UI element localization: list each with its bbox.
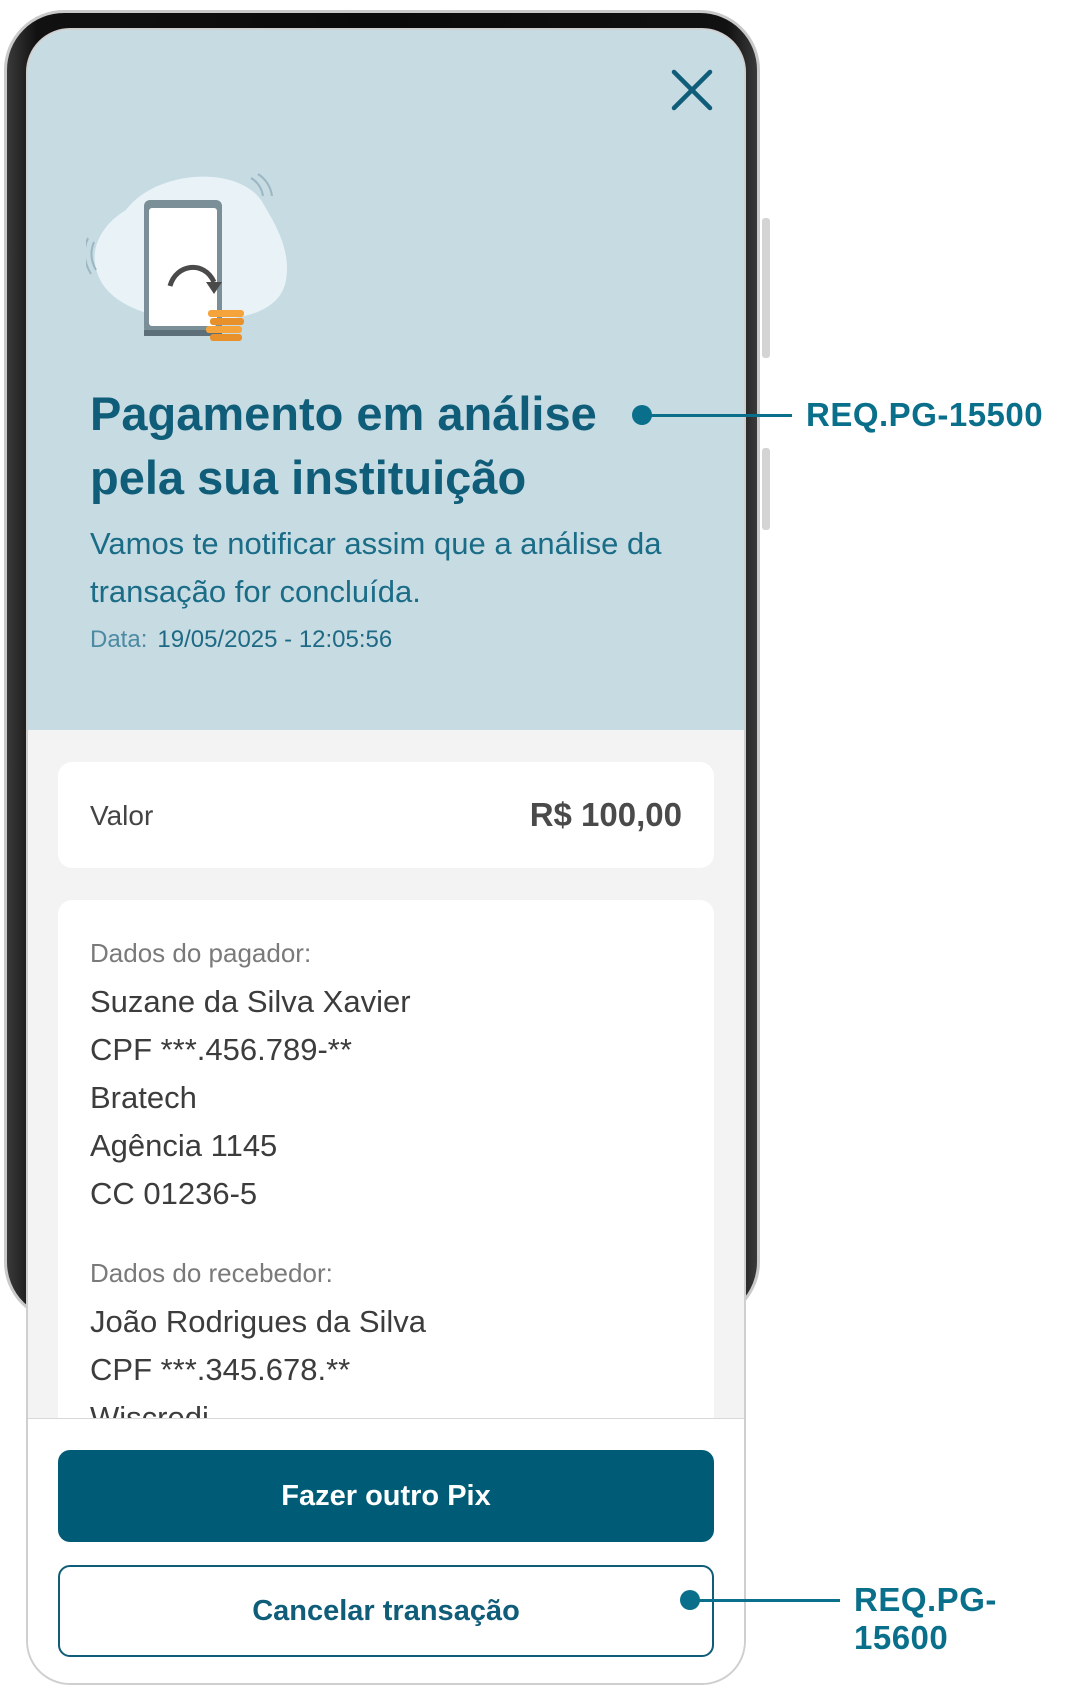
cancel-transaction-button[interactable]: Cancelar transação	[58, 1565, 714, 1657]
annotation-line	[688, 1599, 840, 1602]
payer-section-label: Dados do pagador:	[90, 938, 312, 968]
transaction-date: Data: 19/05/2025 - 12:05:56	[90, 626, 392, 654]
receiver-name: João Rodrigues da Silva	[90, 1304, 427, 1339]
transaction-details-card: Dados do pagador: Suzane da Silva Xavier…	[58, 900, 714, 1500]
receiver-cpf: CPF ***.345.678.**	[90, 1352, 351, 1387]
payer-name: Suzane da Silva Xavier	[90, 984, 411, 1019]
action-bar: Fazer outro Pix Cancelar transação	[28, 1418, 744, 1683]
close-icon	[671, 69, 713, 111]
value-card: Valor R$ 100,00	[58, 762, 714, 868]
phone-side-button	[762, 448, 770, 530]
close-button[interactable]	[664, 62, 720, 118]
phone-transfer-illustration	[86, 173, 287, 341]
value-label: Valor	[90, 800, 154, 831]
payer-account: CC 01236-5	[90, 1176, 258, 1211]
status-header: Pagamento em análise pela sua instituiçã…	[28, 30, 744, 730]
page-subtitle: Vamos te notificar assim que a análise d…	[90, 526, 662, 609]
receiver-section-label: Dados do recebedor:	[90, 1258, 333, 1288]
annotation-line	[640, 414, 792, 417]
payer-agency: Agência 1145	[90, 1128, 278, 1163]
date-value: 19/05/2025 - 12:05:56	[157, 626, 393, 653]
payer-cpf: CPF ***.456.789-**	[90, 1032, 352, 1067]
app-screen: Pagamento em análise pela sua instituiçã…	[26, 28, 746, 1685]
annotation-label: REQ.PG-15500	[806, 396, 1044, 433]
phone-side-button	[762, 218, 770, 358]
page-title: Pagamento em análise pela sua instituiçã…	[90, 387, 597, 504]
payer-bank: Bratech	[90, 1080, 197, 1115]
annotation-label: REQ.PG-15600	[854, 1581, 997, 1656]
new-pix-button[interactable]: Fazer outro Pix	[58, 1450, 714, 1542]
value-amount: R$ 100,00	[529, 796, 682, 833]
date-label: Data:	[90, 626, 148, 653]
